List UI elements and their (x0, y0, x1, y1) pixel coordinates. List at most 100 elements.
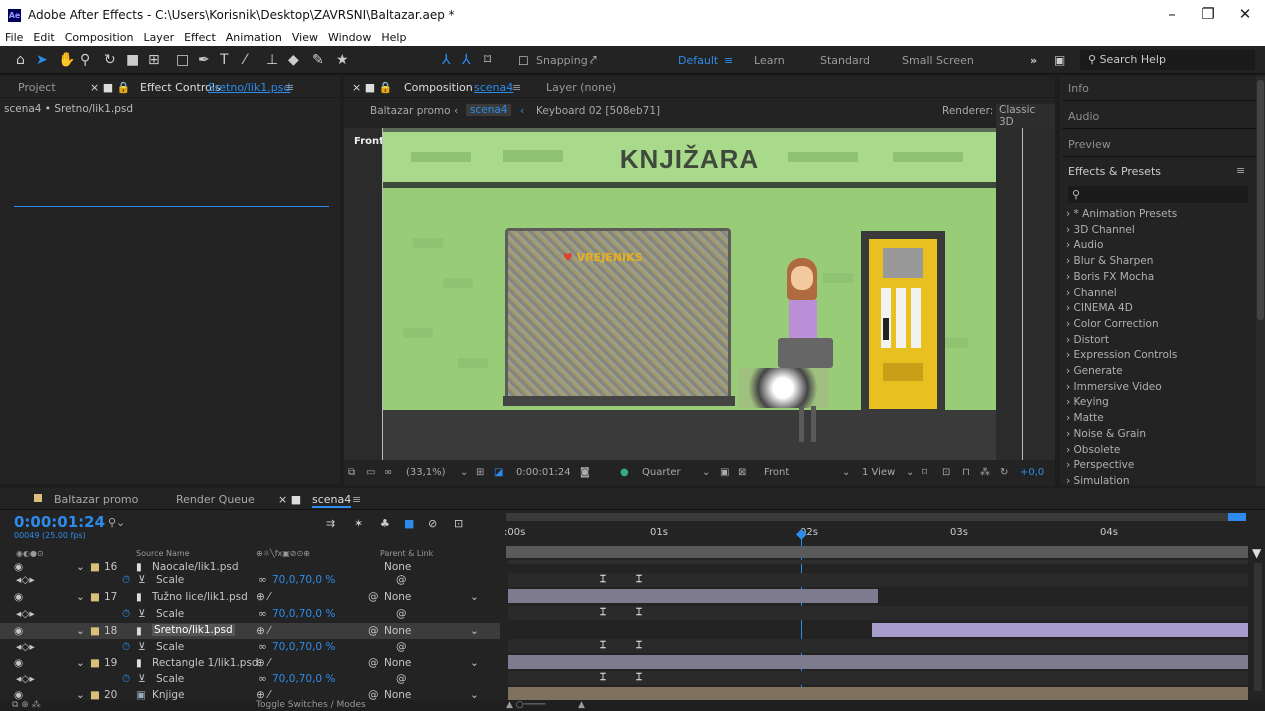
effects-presets-tab[interactable]: Effects & Presets (1068, 165, 1161, 178)
layer-name[interactable]: Rectangle 1/lik1.psd (152, 657, 259, 669)
parent-dropdown[interactable]: None (384, 591, 411, 603)
pickwhip-icon[interactable]: @ (396, 608, 407, 620)
viewer-timecode[interactable]: 0:00:01:24 (516, 467, 571, 478)
pan-behind-tool-icon[interactable]: ⊞ (148, 52, 160, 68)
close-comp-tab-icon[interactable]: × ■ 🔒 (352, 81, 392, 94)
reset-exposure-icon[interactable]: ↻ (1000, 467, 1008, 478)
more-workspaces-button[interactable]: » (1030, 54, 1037, 67)
workspace-standard[interactable]: Standard (820, 54, 870, 67)
view-axis-icon[interactable]: ⌑ (484, 52, 491, 68)
info-panel-tab[interactable]: Info (1068, 82, 1089, 95)
scale-value[interactable]: 70,0,70,0 % (272, 574, 335, 586)
shy-icon[interactable]: ♣ (380, 517, 390, 530)
switches-icon[interactable]: ⊕ ⁄ (256, 657, 270, 669)
breadcrumb-baltazar-promo[interactable]: Baltazar promo (370, 105, 451, 117)
preview-panel-tab[interactable]: Preview (1068, 138, 1111, 151)
layer-row[interactable]: ◉ ⌄ ■ 19 ▮ Rectangle 1/lik1.psd ⊕ ⁄ @ No… (0, 655, 500, 671)
layer-bar[interactable] (508, 687, 1248, 701)
workspace-menu-icon[interactable]: ≡ (724, 54, 733, 67)
effect-item[interactable]: › Generate (1066, 364, 1256, 380)
scale-value[interactable]: 70,0,70,0 % (272, 673, 335, 685)
timeline-scrollbar[interactable] (1254, 563, 1262, 691)
property-row[interactable]: ◂◇▸ ⏱ ⊻ Scale ∞ 70,0,70,0 % @ (0, 572, 500, 588)
effects-menu-icon[interactable]: ≡ (1236, 164, 1245, 177)
property-row[interactable]: ◂◇▸ ⏱ ⊻ Scale ∞ 70,0,70,0 % @ (0, 606, 500, 622)
clone-stamp-tool-icon[interactable]: ⊥ (266, 52, 278, 68)
parent-chevron-icon[interactable]: ⌄ (470, 625, 479, 637)
composition-tab-link[interactable]: scena4 (474, 81, 513, 94)
renderer-dropdown[interactable]: Classic 3D (996, 104, 1055, 128)
world-axis-icon[interactable]: ⅄ (462, 52, 471, 68)
grid-icon[interactable]: ⊞ (476, 467, 484, 478)
layer-bar[interactable] (508, 589, 878, 603)
work-area-end-icon[interactable]: ▼ (1252, 546, 1261, 560)
menu-effect[interactable]: Effect (179, 30, 221, 46)
scale-value[interactable]: 70,0,70,0 % (272, 608, 335, 620)
brush-tool-icon[interactable]: ⁄ (244, 52, 246, 68)
frame-blending-icon[interactable]: ■ (404, 517, 414, 530)
keyframe-marker[interactable]: ⌶ (636, 640, 642, 651)
keyframe-nav-icon[interactable]: ◂◇▸ (16, 608, 35, 620)
effect-item[interactable]: › Immersive Video (1066, 380, 1256, 396)
layer-bar-selected[interactable] (872, 623, 1248, 637)
layer-row-selected[interactable]: ◉ ⌄ ■ 18 ▮ Sretno/lik1.psd ⊕ ⁄ @ None ⌄ (0, 623, 500, 639)
toggle-switches-modes[interactable]: Toggle Switches / Modes (256, 700, 366, 710)
current-time[interactable]: 0:00:01:24 (14, 513, 105, 531)
pickwhip-icon[interactable]: @ (368, 591, 379, 603)
pickwhip-icon[interactable]: @ (368, 625, 379, 637)
workspace-small-screen[interactable]: Small Screen (902, 54, 974, 67)
zoom-tool-icon[interactable]: ⚲ (80, 52, 90, 68)
effect-controls-layer-link[interactable]: Sretno/lik1.psd (208, 81, 290, 94)
toggle-pixel-icon[interactable]: ⌑ (922, 467, 927, 478)
keyframe-nav-icon[interactable]: ◂◇▸ (16, 641, 35, 653)
layer-bar[interactable] (508, 655, 1248, 669)
switches-icon[interactable]: ⊕ ⁄ (256, 625, 270, 637)
zoom-dropdown-chevron-icon[interactable]: ⌄ (460, 467, 468, 478)
views-chevron-icon[interactable]: ⌄ (906, 467, 914, 478)
roi-icon[interactable]: ▣ (720, 467, 729, 478)
breadcrumb-scena4[interactable]: scena4 (466, 104, 512, 116)
expand-chevron-icon[interactable]: ⌄ (76, 591, 85, 603)
selection-tool-icon[interactable]: ➤ (36, 52, 48, 68)
switches-icon[interactable]: ⊕ ⁄ (256, 591, 270, 603)
search-help-field[interactable]: ⚲ Search Help (1080, 50, 1255, 70)
timeline-icon[interactable]: ⊓ (962, 467, 970, 478)
parent-dropdown[interactable]: None (384, 657, 411, 669)
keyframe-nav-icon[interactable]: ◂◇▸ (16, 673, 35, 685)
flowchart-icon[interactable]: ⁂ (980, 467, 990, 478)
pen-tool-icon[interactable]: ✒ (198, 52, 210, 68)
label-swatch-icon[interactable]: ■ (90, 625, 100, 637)
always-preview-icon[interactable]: ⧉ (348, 467, 355, 478)
visibility-eye-icon[interactable]: ◉ (14, 625, 23, 637)
tab-project[interactable]: Project (18, 81, 56, 94)
transparency-grid-icon[interactable]: ⊠ (738, 467, 746, 478)
keyframe-marker[interactable]: ⌶ (636, 574, 642, 585)
snapping-checkbox[interactable]: ☐ (518, 54, 529, 68)
effect-item[interactable]: › * Animation Presets (1066, 207, 1256, 223)
keyframe-marker[interactable]: ⌶ (600, 672, 606, 683)
maximize-button[interactable]: ❐ (1188, 5, 1228, 23)
exposure-value[interactable]: +0,0 (1020, 467, 1044, 478)
stopwatch-icon[interactable]: ⏱ (122, 673, 130, 686)
zoom-in-icon[interactable]: ▲ (578, 700, 585, 710)
tab-scena4[interactable]: scena4 (312, 493, 352, 508)
label-swatch-icon[interactable]: ■ (90, 657, 100, 669)
breadcrumb-keyboard[interactable]: Keyboard 02 [508eb71] (536, 105, 660, 117)
zoom-out-icon[interactable]: ▲ ○──── (506, 700, 545, 710)
menu-edit[interactable]: Edit (28, 30, 59, 46)
expand-chevron-icon[interactable]: ⌄ (76, 657, 85, 669)
property-row[interactable]: ◂◇▸ ⏱ ⊻ Scale ∞ 70,0,70,0 % @ (0, 671, 500, 687)
motion-blur-icon[interactable]: ⊘ (428, 517, 437, 530)
pickwhip-icon[interactable]: @ (368, 657, 379, 669)
resolution-chevron-icon[interactable]: ⌄ (702, 467, 710, 478)
roto-brush-tool-icon[interactable]: ✎ (312, 52, 324, 68)
effect-item[interactable]: › Distort (1066, 333, 1256, 349)
minimize-button[interactable]: – (1152, 5, 1192, 23)
menu-animation[interactable]: Animation (221, 30, 287, 46)
link-icon[interactable]: ∞ (258, 641, 267, 653)
layer-name[interactable]: Tužno lice/lik1.psd (152, 591, 248, 603)
label-swatch-icon[interactable]: ■ (90, 591, 100, 603)
tab-baltazar-promo[interactable]: Baltazar promo (54, 493, 138, 506)
resolution-dropdown[interactable]: Quarter (642, 467, 681, 478)
effect-item[interactable]: › Blur & Sharpen (1066, 254, 1256, 270)
